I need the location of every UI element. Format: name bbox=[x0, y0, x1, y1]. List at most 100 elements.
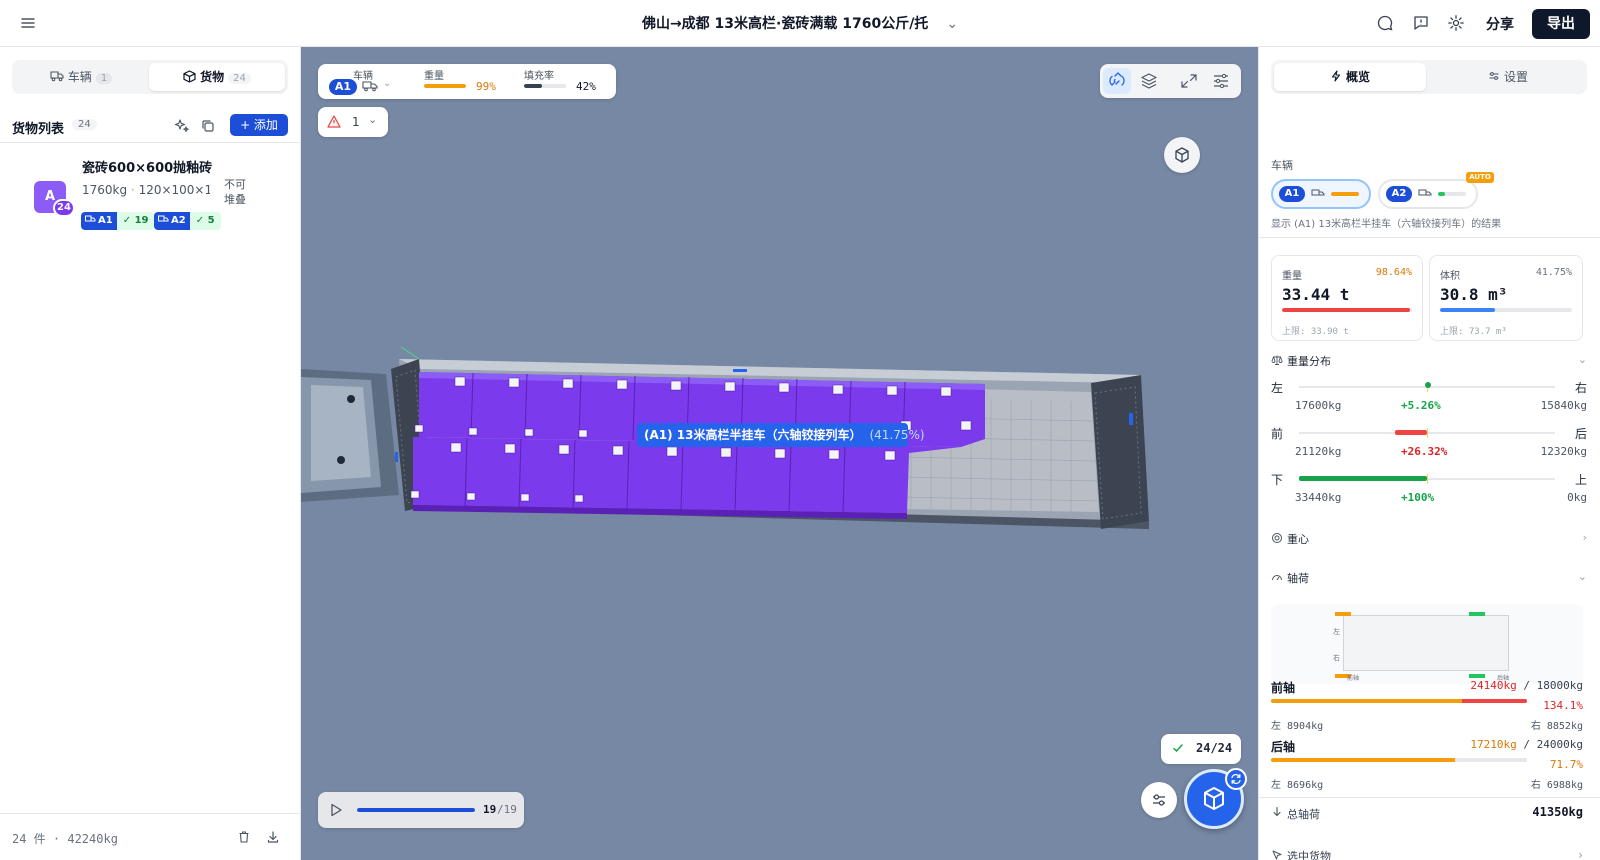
chevron-down-icon[interactable]: ⌄ bbox=[1578, 570, 1587, 583]
warning-button[interactable]: 1 ⌄ bbox=[318, 107, 388, 137]
truck-3d-scene[interactable] bbox=[301, 47, 1258, 860]
sparkle-icon[interactable] bbox=[174, 118, 190, 134]
chevron-down-icon[interactable]: ⌄ bbox=[1578, 353, 1587, 366]
volume-metric-card: 体积 41.75% 30.8 m³ 上限: 73.7 m³ bbox=[1429, 255, 1583, 341]
distribution-right-label: 右 bbox=[1574, 381, 1587, 395]
layers-button[interactable] bbox=[1135, 68, 1163, 94]
cube-icon bbox=[1175, 147, 1189, 163]
distribution-center-value: +100% bbox=[1401, 491, 1435, 504]
vehicle-chip-a1[interactable]: A1 bbox=[1271, 179, 1371, 209]
truck-icon bbox=[1418, 188, 1432, 202]
lightning-icon bbox=[1331, 70, 1341, 82]
weight-metric-value: 33.44 t bbox=[1282, 285, 1350, 304]
refresh-icon bbox=[1231, 773, 1241, 785]
weight-metric-fill bbox=[1282, 308, 1411, 312]
check-icon bbox=[1172, 742, 1184, 757]
share-button[interactable]: 分享 bbox=[1486, 14, 1514, 34]
download-icon[interactable] bbox=[266, 830, 282, 846]
list-item[interactable]: A 24 瓷砖600×600抛釉砖 1760kg · 120×100×1… 不可… bbox=[0, 147, 301, 243]
distribution-right-value: 0kg bbox=[1567, 491, 1587, 504]
playback-step: 19 bbox=[483, 803, 497, 816]
status-weight-pct: 99% bbox=[476, 80, 496, 93]
axle-actual: 17210kg bbox=[1470, 738, 1517, 751]
scale-icon bbox=[1271, 354, 1283, 366]
play-icon[interactable] bbox=[328, 802, 344, 821]
chevron-down-icon[interactable]: ⌄ bbox=[946, 16, 958, 32]
weight-distribution-title: 重量分布 bbox=[1287, 355, 1331, 368]
vehicle-status-card: 车辆 A1 ⌄ 重量 99% 填充率 42% bbox=[318, 64, 616, 99]
sliders-icon bbox=[1153, 794, 1165, 806]
vehicle-caption-text: (A1) 13米高栏半挂车（六轴铰接列车） bbox=[644, 428, 862, 442]
magnet-toggle[interactable] bbox=[1103, 68, 1131, 94]
status-vehicle-pill[interactable]: A1 bbox=[329, 79, 357, 95]
chevron-down-icon[interactable]: ⌄ bbox=[383, 78, 391, 89]
view-toolbar bbox=[1100, 64, 1241, 98]
axle-load-header[interactable]: 轴荷 ⌄ bbox=[1271, 570, 1587, 586]
expand-icon bbox=[1181, 74, 1197, 88]
view-settings-button[interactable] bbox=[1207, 68, 1235, 94]
weight-metric-bar bbox=[1282, 308, 1412, 312]
weight-distribution-header[interactable]: 重量分布 ⌄ bbox=[1271, 353, 1587, 369]
copy-icon[interactable] bbox=[200, 118, 216, 134]
playback-slider[interactable] bbox=[357, 808, 475, 812]
gear-icon[interactable] bbox=[1447, 14, 1465, 32]
chat-icon[interactable] bbox=[1376, 14, 1394, 32]
selected-cargo-header[interactable]: 选中货物 › bbox=[1271, 848, 1583, 860]
refresh-badge bbox=[1225, 768, 1247, 790]
vehicle-tag-a1[interactable]: A1 ✓ 19 bbox=[81, 212, 155, 230]
distribution-marker bbox=[1425, 382, 1431, 388]
tab-vehicles-count: 1 bbox=[95, 73, 113, 84]
fullscreen-button[interactable] bbox=[1175, 68, 1203, 94]
chevron-right-icon[interactable]: › bbox=[1578, 848, 1583, 860]
tab-vehicles[interactable]: 车辆 1 bbox=[15, 63, 147, 91]
tab-settings-label: 设置 bbox=[1503, 70, 1528, 84]
total-axle-load: 总轴荷 41350kg bbox=[1271, 805, 1583, 823]
distribution-left-value: 17600kg bbox=[1295, 399, 1342, 412]
distribution-right-value: 15840kg bbox=[1540, 399, 1587, 412]
volume-metric-pct: 41.75% bbox=[1535, 267, 1572, 278]
divider bbox=[0, 142, 301, 143]
center-of-gravity-header[interactable]: 重心 › bbox=[1271, 531, 1587, 547]
status-fill-label: 填充率 bbox=[524, 71, 554, 82]
distribution-left-label: 前 bbox=[1271, 427, 1284, 441]
auto-pack-button[interactable] bbox=[1184, 768, 1247, 829]
vehicle-caption: (A1) 13米高栏半挂车（六轴铰接列车） (41.75%) bbox=[637, 423, 925, 447]
results-panel: 概览 设置 车辆 A1 A2 AUTO 显示 (A1) 13米高栏半挂车（六轴铰… bbox=[1258, 47, 1600, 860]
project-title[interactable]: 佛山→成都 13米高栏·瓷砖满载 1760公斤/托 ⌄ bbox=[0, 13, 1600, 33]
axle-limit: / 18000kg bbox=[1516, 679, 1583, 692]
add-cargo-button[interactable]: + 添加 bbox=[230, 114, 288, 136]
cargo-name: 瓷砖600×600抛釉砖 bbox=[82, 161, 213, 176]
axle-load-value: 24140kg / 18000kg bbox=[1470, 679, 1583, 692]
distribution-right-label: 上 bbox=[1574, 473, 1587, 487]
selected-cargo-title: 选中货物 bbox=[1287, 850, 1331, 860]
vehicle-chip-id: A1 bbox=[1279, 186, 1305, 202]
vehicle-tag-a2[interactable]: A2 ✓ 5 bbox=[154, 212, 221, 230]
weight-metric-card: 重量 98.64% 33.44 t 上限: 33.90 t bbox=[1271, 255, 1423, 341]
chevron-down-icon[interactable]: ⌄ bbox=[368, 113, 377, 126]
tab-cargo[interactable]: 货物 24 bbox=[149, 63, 285, 91]
export-button[interactable]: 导出 bbox=[1532, 9, 1590, 39]
pack-settings-button[interactable] bbox=[1141, 782, 1177, 818]
tab-settings[interactable]: 设置 bbox=[1432, 63, 1584, 91]
axle-marker bbox=[1469, 674, 1485, 678]
axle-overload-fill bbox=[1461, 699, 1527, 703]
sliders-icon bbox=[1214, 73, 1228, 89]
distribution-center-value: +5.26% bbox=[1401, 399, 1441, 412]
status-fill-pct: 42% bbox=[576, 80, 596, 93]
cargo-summary: 24 件 · 42240kg bbox=[12, 832, 118, 846]
axle-row-rear: 后轴 17210kg / 24000kg 71.7% 左 8696kg 右 69… bbox=[1271, 738, 1583, 794]
project-title-text: 佛山→成都 13米高栏·瓷砖满载 1760公斤/托 bbox=[641, 16, 929, 32]
distribution-center-mark bbox=[1427, 474, 1428, 484]
trash-icon[interactable] bbox=[237, 830, 253, 846]
chevron-right-icon[interactable]: › bbox=[1583, 531, 1587, 544]
vehicle-chip-a2[interactable]: A2 bbox=[1378, 179, 1478, 209]
feedback-icon[interactable] bbox=[1412, 14, 1430, 32]
vehicle-caption-pct: (41.75%) bbox=[869, 428, 925, 442]
warning-icon bbox=[327, 115, 341, 131]
tab-overview[interactable]: 概览 bbox=[1274, 63, 1426, 91]
reset-view-button[interactable] bbox=[1164, 137, 1200, 173]
3d-viewport[interactable]: 车辆 A1 ⌄ 重量 99% 填充率 42% 1 ⌄ (A1) 13米高栏半挂车… bbox=[301, 47, 1258, 860]
axle-left-value: 左 8904kg bbox=[1271, 721, 1324, 732]
vehicle-chip-id: A2 bbox=[1386, 186, 1412, 202]
truck-icon bbox=[85, 215, 96, 222]
